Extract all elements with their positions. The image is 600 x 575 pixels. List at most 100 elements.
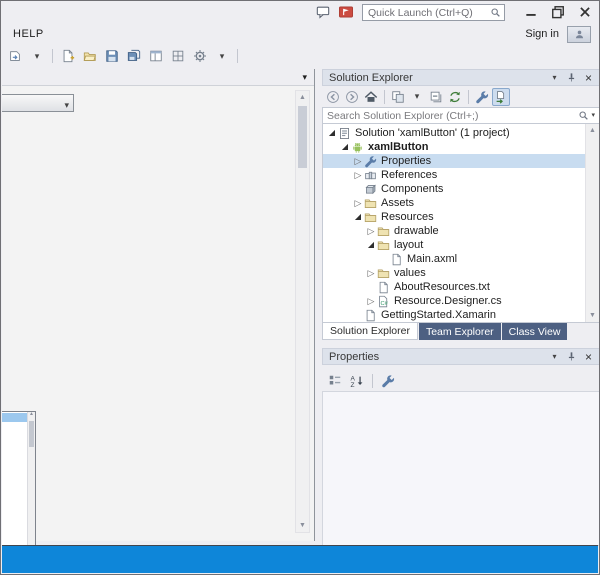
open-folder-icon[interactable]: [80, 47, 100, 65]
tree-item-components[interactable]: Components: [323, 182, 585, 196]
home-icon[interactable]: [362, 88, 380, 106]
solution-explorer-header[interactable]: Solution Explorer ▾×: [322, 69, 600, 86]
chevron-down-icon[interactable]: ▾: [547, 350, 562, 364]
chevron-down-icon[interactable]: ▾: [27, 47, 47, 65]
tree-item-layout[interactable]: ◢ layout: [323, 238, 585, 252]
tab-class-view[interactable]: Class View: [502, 323, 568, 340]
scroll-down-icon[interactable]: ▼: [586, 309, 599, 322]
tree-item-values[interactable]: ▷values: [323, 266, 585, 280]
chevron-down-icon[interactable]: ▾: [212, 47, 232, 65]
search-options-chevron-icon[interactable]: ▾: [589, 112, 595, 119]
search-icon[interactable]: [578, 110, 589, 121]
minimize-icon[interactable]: [522, 3, 540, 21]
tree-item-gettingstarted-xamarin[interactable]: GettingStarted.Xamarin: [323, 308, 585, 322]
tree-item-label: Resources: [379, 211, 434, 223]
scroll-down-icon[interactable]: ▼: [296, 519, 309, 532]
close-icon[interactable]: ×: [581, 350, 596, 364]
close-x-icon[interactable]: [576, 3, 594, 21]
tab-solution-explorer[interactable]: Solution Explorer: [322, 323, 418, 340]
properties-wrench-icon: [364, 155, 379, 168]
listbox-selected-item[interactable]: [2, 413, 27, 422]
user-account-icon[interactable]: [567, 26, 591, 43]
tree-expanded-arrow-icon[interactable]: ◢: [352, 210, 364, 224]
notification-flag-icon[interactable]: [336, 3, 356, 21]
tree-item-main-axml[interactable]: Main.axml: [323, 252, 585, 266]
chevron-down-icon[interactable]: ▾: [547, 71, 562, 85]
tree-item-aboutresources-txt[interactable]: AboutResources.txt: [323, 280, 585, 294]
folder-icon: [364, 197, 379, 210]
quick-launch-input[interactable]: Quick Launch (Ctrl+Q): [362, 4, 505, 21]
forward-circle-icon[interactable]: [343, 88, 361, 106]
listbox-scrollbar-thumb[interactable]: [29, 421, 34, 447]
editor-vertical-scrollbar[interactable]: ▲ ▼: [295, 90, 310, 533]
sign-in[interactable]: Sign in: [525, 23, 591, 45]
tree-item-drawable[interactable]: ▷drawable: [323, 224, 585, 238]
sync-active-document-icon[interactable]: [492, 88, 510, 106]
tree-item-label: layout: [392, 239, 423, 251]
properties-header[interactable]: Properties ▾×: [322, 348, 600, 365]
sign-in-label[interactable]: Sign in: [525, 28, 559, 40]
scrollbar-thumb[interactable]: [298, 106, 307, 168]
gear-icon[interactable]: [190, 47, 210, 65]
restore-icon[interactable]: [549, 3, 567, 21]
menu-item-help[interactable]: HELP: [13, 23, 44, 45]
alphabetical-icon[interactable]: AZ: [347, 372, 367, 390]
pin-icon[interactable]: [564, 71, 579, 85]
toolbox-listbox[interactable]: ▲: [2, 411, 36, 551]
chevron-down-icon[interactable]: ▾: [408, 88, 426, 106]
save-all-icon[interactable]: [124, 47, 144, 65]
tree-item-assets[interactable]: ▷Assets: [323, 196, 585, 210]
listbox-scrollbar[interactable]: ▲: [27, 412, 35, 550]
tree-item-references[interactable]: ▷ References: [323, 168, 585, 182]
refresh-icon[interactable]: [446, 88, 464, 106]
navigate-menu-icon[interactable]: [5, 47, 25, 65]
feedback-bubble-icon[interactable]: [313, 3, 333, 21]
pin-icon[interactable]: [564, 350, 579, 364]
listbox-scroll-up-icon[interactable]: ▲: [28, 412, 35, 417]
scroll-up-icon[interactable]: ▲: [586, 124, 599, 137]
quick-launch-placeholder: Quick Launch (Ctrl+Q): [363, 7, 490, 19]
tree-item-xamlbutton[interactable]: ◢xamlButton: [323, 140, 585, 154]
tab-team-explorer[interactable]: Team Explorer: [419, 323, 501, 340]
collapse-all-icon[interactable]: [427, 88, 445, 106]
close-icon[interactable]: ×: [581, 71, 596, 85]
back-circle-icon[interactable]: [324, 88, 342, 106]
properties-wrench-icon[interactable]: [473, 88, 491, 106]
menu-bar: HELP Sign in: [1, 23, 599, 45]
switch-views-icon[interactable]: [389, 88, 407, 106]
tree-item-properties[interactable]: ▷Properties: [323, 154, 585, 168]
document-list-chevron-icon[interactable]: ▾: [302, 71, 307, 83]
tree-item-label: GettingStarted.Xamarin: [379, 309, 496, 321]
tree-collapsed-arrow-icon[interactable]: ▷: [365, 224, 377, 238]
tree-collapsed-arrow-icon[interactable]: ▷: [352, 196, 364, 210]
tree-collapsed-arrow-icon[interactable]: ▷: [365, 266, 377, 280]
new-file-icon[interactable]: [58, 47, 78, 65]
save-icon[interactable]: [102, 47, 122, 65]
combobox-chevron-icon[interactable]: ▾: [64, 99, 69, 111]
toolbar-separator: [384, 90, 385, 104]
tree-expanded-arrow-icon[interactable]: ◢: [326, 126, 338, 140]
title-bar: Quick Launch (Ctrl+Q): [1, 1, 599, 23]
categorized-icon[interactable]: [325, 372, 345, 390]
tree-item-resource-designer-cs[interactable]: ▷C#Resource.Designer.cs: [323, 294, 585, 308]
tree-collapsed-arrow-icon[interactable]: ▷: [352, 154, 364, 168]
tree-item-label: References: [379, 169, 437, 181]
editor-pane: ▾ ▾ ▲ ▼ ▲: [2, 69, 315, 541]
tree-expanded-arrow-icon[interactable]: ◢: [365, 238, 377, 252]
tree-collapsed-arrow-icon[interactable]: ▷: [352, 168, 364, 182]
properties-wrench-icon[interactable]: [378, 372, 398, 390]
tree-expanded-arrow-icon[interactable]: ◢: [339, 140, 351, 154]
properties-panel: Properties ▾× AZ: [322, 348, 600, 546]
window-layout-icon[interactable]: [146, 47, 166, 65]
solution-explorer-search-input[interactable]: Search Solution Explorer (Ctrl+;) ▾: [322, 107, 600, 124]
tree-vertical-scrollbar[interactable]: ▲ ▼: [585, 124, 599, 322]
tree-collapsed-arrow-icon[interactable]: ▷: [365, 294, 377, 308]
csharp-file-icon: C#: [377, 295, 392, 308]
scroll-up-icon[interactable]: ▲: [296, 91, 309, 104]
designer-combobox[interactable]: ▾: [2, 94, 74, 112]
file-icon: [390, 253, 405, 266]
tree-item-solution-xamlbutton-1-project[interactable]: ◢Solution 'xamlButton' (1 project): [323, 126, 585, 140]
visual-studio-window: Quick Launch (Ctrl+Q) HELP Sign in ▾▾ ▾ …: [0, 0, 600, 575]
tree-item-resources[interactable]: ◢ Resources: [323, 210, 585, 224]
grid-icon[interactable]: [168, 47, 188, 65]
